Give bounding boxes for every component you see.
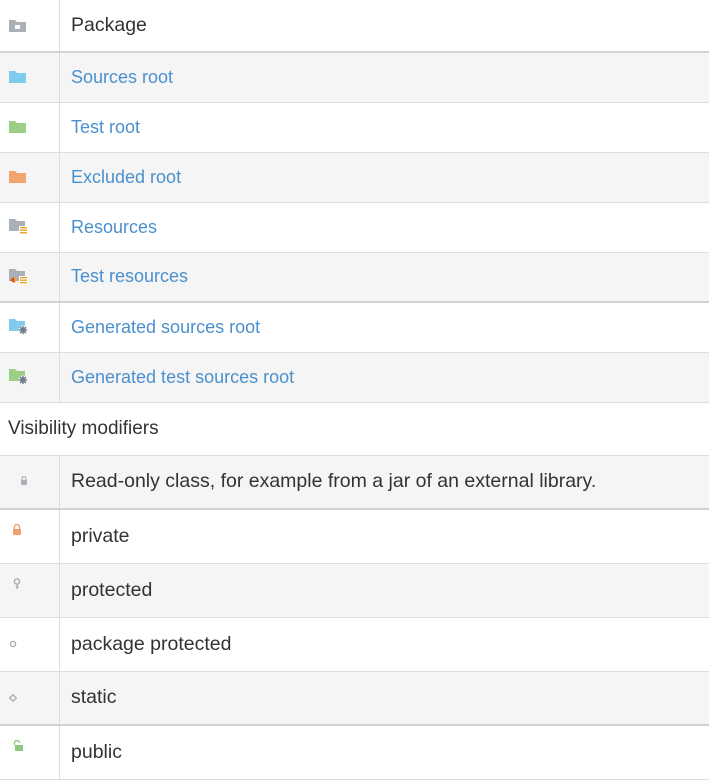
public-label: public — [71, 740, 122, 763]
table-row: Test resources — [0, 252, 709, 302]
private-label: private — [71, 524, 130, 547]
generated-sources-root-folder-icon — [9, 318, 59, 336]
table-row: Resources — [0, 202, 709, 252]
icon-legend-page: Package Sources root Test root Excluded … — [0, 0, 709, 779]
read-only-class-label: Read-only class, for example from a jar … — [71, 470, 597, 493]
table-row: Generated sources root — [0, 302, 709, 352]
read-only-lock-icon — [20, 473, 59, 491]
icon-legend-table: Package Sources root Test root Excluded … — [0, 0, 709, 780]
package-protected-label: package protected — [71, 632, 232, 655]
static-diamond-icon — [8, 689, 59, 707]
table-row: static — [0, 671, 709, 725]
table-row: Excluded root — [0, 152, 709, 202]
table-row: package protected — [0, 617, 709, 671]
excluded-root-folder-icon — [9, 170, 59, 184]
public-unlock-icon — [12, 739, 59, 757]
table-row: Generated test sources root — [0, 352, 709, 402]
resources-folder-icon — [9, 218, 59, 236]
test-root-folder-icon — [9, 120, 59, 134]
generated-test-sources-root-link[interactable]: Generated test sources root — [71, 367, 294, 387]
generated-sources-root-link[interactable]: Generated sources root — [71, 317, 260, 337]
test-resources-link[interactable]: Test resources — [71, 266, 188, 286]
test-root-link[interactable]: Test root — [71, 117, 140, 137]
table-row: Sources root — [0, 52, 709, 102]
table-row: Read-only class, for example from a jar … — [0, 455, 709, 509]
protected-label: protected — [71, 578, 153, 601]
table-row: protected — [0, 563, 709, 617]
table-row: Test root — [0, 102, 709, 152]
package-folder-icon — [9, 19, 59, 33]
private-lock-icon — [12, 523, 59, 541]
package-protected-circle-icon — [9, 635, 59, 653]
table-row: private — [0, 509, 709, 563]
table-row: Package — [0, 0, 709, 52]
test-resources-folder-icon — [9, 268, 59, 286]
resources-link[interactable]: Resources — [71, 217, 157, 237]
section-heading: Visibility modifiers — [8, 417, 159, 439]
package-label: Package — [71, 14, 147, 36]
table-row: public — [0, 725, 709, 779]
section-heading-row: Visibility modifiers — [0, 402, 709, 455]
sources-root-folder-icon — [9, 70, 59, 84]
generated-test-sources-root-folder-icon — [9, 368, 59, 386]
protected-key-icon — [13, 577, 59, 595]
sources-root-link[interactable]: Sources root — [71, 67, 173, 87]
excluded-root-link[interactable]: Excluded root — [71, 167, 181, 187]
static-label: static — [71, 686, 117, 709]
